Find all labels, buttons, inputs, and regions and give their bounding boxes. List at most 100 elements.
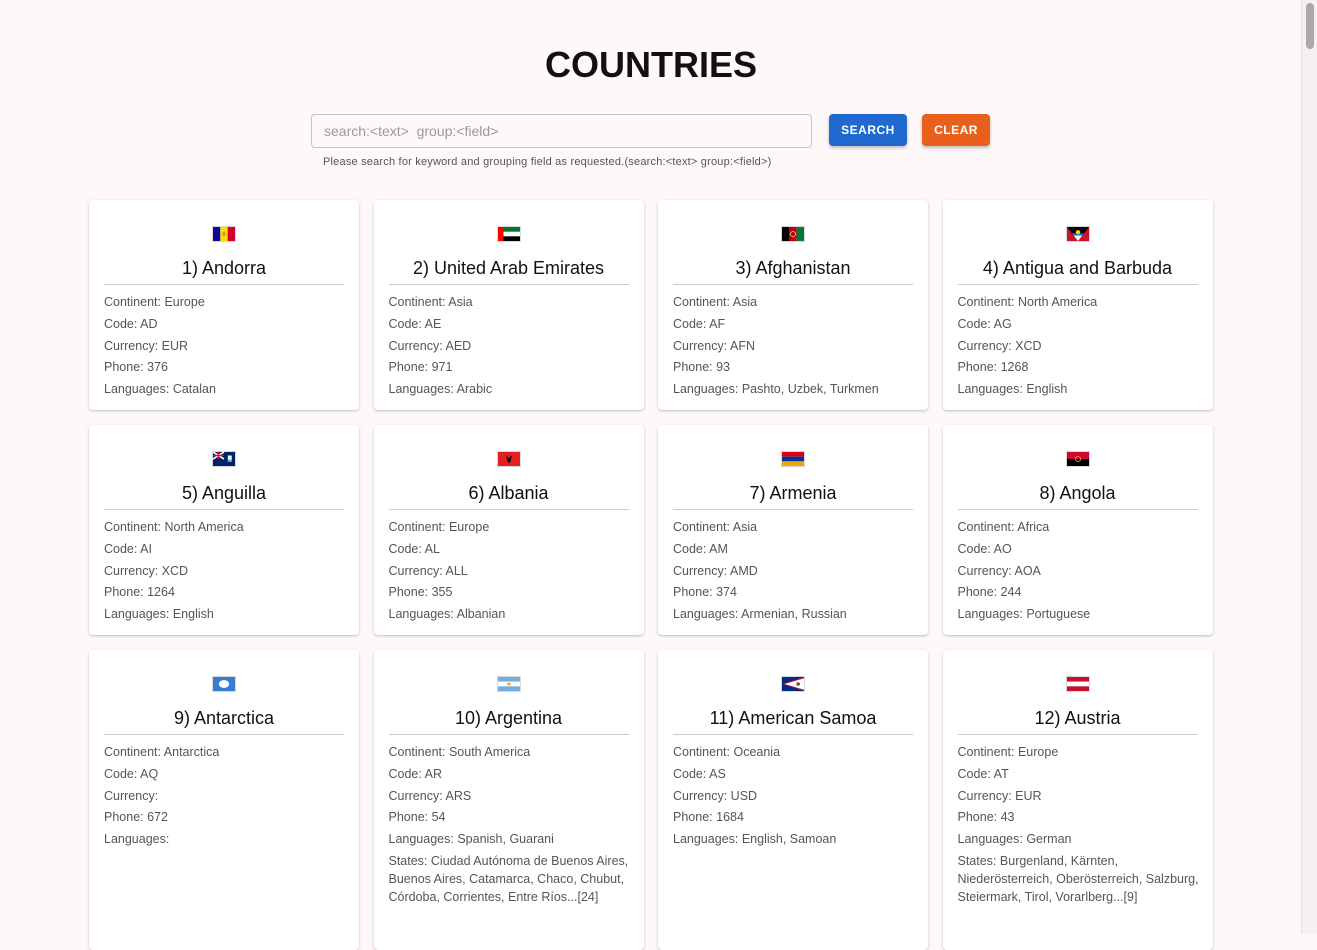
- detail-currency-label: Currency:: [957, 338, 1012, 353]
- detail-code: Code: AR: [389, 765, 632, 783]
- detail-phone: Phone: 1264: [104, 583, 347, 601]
- detail-phone-label: Phone:: [673, 810, 713, 825]
- detail-continent-value: Africa: [1017, 520, 1050, 534]
- detail-states: States: Burgenland, Kärnten, Niederöster…: [958, 852, 1201, 906]
- detail-code-value: AR: [424, 766, 443, 781]
- country-card: 12) Austria Continent: Europe Code: AT Curr…: [942, 650, 1213, 950]
- detail-continent-value: Asia: [448, 295, 473, 309]
- search-field[interactable]: [311, 114, 812, 148]
- country-title: 10) Argentina: [388, 708, 629, 735]
- detail-continent-label: Continent:: [673, 520, 730, 534]
- detail-code-value: AD: [140, 316, 158, 331]
- detail-continent: Continent: Africa: [958, 518, 1201, 536]
- country-card: 10) Argentina Continent: South America Cod…: [373, 650, 644, 950]
- detail-code-label: Code:: [388, 316, 422, 331]
- detail-currency: Currency: ALL: [389, 562, 632, 580]
- detail-phone-value: 1264: [147, 585, 175, 600]
- detail-currency-value: AOA: [1014, 563, 1041, 578]
- detail-phone-label: Phone:: [957, 810, 998, 825]
- detail-languages-value: Arabic: [456, 382, 493, 397]
- detail-currency-label: Currency:: [104, 338, 159, 353]
- detail-languages-value: Portuguese: [1026, 607, 1091, 622]
- detail-continent: Continent: South America: [389, 743, 632, 761]
- detail-languages-value: Albanian: [456, 607, 506, 622]
- country-title: 2) United Arab Emirates: [388, 258, 629, 285]
- detail-languages-label: Languages:: [104, 832, 170, 847]
- country-title: 3) Afghanistan: [673, 258, 913, 285]
- detail-code-value: AQ: [140, 766, 159, 781]
- detail-code-value: AM: [709, 541, 728, 556]
- vertical-scrollbar[interactable]: [1301, 0, 1317, 934]
- detail-continent-label: Continent:: [957, 295, 1015, 309]
- detail-code: Code: AL: [389, 540, 632, 558]
- detail-continent-value: Europe: [1017, 745, 1059, 759]
- detail-currency-label: Currency:: [673, 563, 728, 578]
- detail-phone-value: 355: [431, 585, 453, 600]
- detail-phone-value: 376: [147, 360, 168, 375]
- detail-code: Code: AF: [673, 315, 916, 333]
- country-details: Continent: North America Code: AI Currency…: [104, 518, 347, 627]
- american-samoa-flag-icon: [781, 676, 805, 692]
- detail-languages-label: Languages:: [957, 832, 1023, 847]
- detail-currency-value: USD: [730, 788, 758, 803]
- detail-phone-value: 672: [147, 810, 168, 825]
- albania-flag-icon: [496, 451, 521, 467]
- detail-currency-label: Currency:: [104, 563, 159, 578]
- country-title: 4) Antigua and Barbuda: [957, 258, 1198, 285]
- detail-code: Code: AG: [958, 315, 1201, 333]
- detail-phone: Phone: 376: [104, 358, 347, 376]
- detail-languages: Languages: Arabic: [389, 380, 632, 398]
- detail-continent-value: North America: [164, 520, 244, 534]
- detail-currency: Currency: USD: [673, 787, 916, 805]
- detail-continent-label: Continent:: [104, 745, 161, 759]
- country-details: Continent: Asia Code: AE Currency: AED Phon…: [389, 293, 632, 402]
- uae-flag-icon: [496, 226, 521, 242]
- detail-states-label: States:: [388, 853, 428, 868]
- detail-currency-label: Currency:: [957, 563, 1012, 578]
- detail-languages: Languages: Portuguese: [958, 605, 1201, 623]
- country-card: 9) Antarctica Continent: Antarctica Code: …: [89, 650, 359, 950]
- country-card: 4) Antigua and Barbuda Continent: North A…: [942, 200, 1213, 410]
- afghanistan-flag-icon: [781, 226, 805, 242]
- detail-phone-value: 54: [431, 810, 446, 825]
- detail-phone: Phone: 374: [673, 583, 916, 601]
- detail-currency-label: Currency:: [388, 788, 443, 803]
- detail-continent: Continent: Antarctica: [104, 743, 347, 761]
- country-details: Continent: Africa Code: AO Currency: AOA Ph…: [958, 518, 1201, 627]
- detail-languages-value: Pashto, Uzbek, Turkmen: [741, 382, 879, 397]
- detail-code-value: AT: [993, 766, 1009, 781]
- detail-code-label: Code:: [957, 316, 991, 331]
- page: COUNTRIES SEARCH CLEAR Please search for…: [0, 0, 1302, 950]
- antigua-flag-icon: [1065, 226, 1090, 242]
- detail-currency: Currency: XCD: [104, 562, 347, 580]
- country-details: Continent: Asia Code: AF Currency: AFN Phon…: [673, 293, 916, 402]
- detail-languages-label: Languages:: [957, 382, 1023, 397]
- clear-button[interactable]: CLEAR: [922, 114, 990, 146]
- country-card: 8) Angola Continent: Africa Code: AO Curren…: [942, 425, 1213, 635]
- detail-currency-value: XCD: [161, 563, 189, 578]
- detail-languages-label: Languages:: [388, 832, 454, 847]
- scrollbar-thumb[interactable]: [1306, 3, 1314, 49]
- country-title: 9) Antarctica: [104, 708, 344, 735]
- country-card: 11) American Samoa Continent: Oceania Code…: [658, 650, 928, 950]
- armenia-flag-icon: [781, 451, 805, 467]
- detail-languages-label: Languages:: [388, 382, 454, 397]
- detail-languages: Languages:: [104, 830, 347, 848]
- detail-phone: Phone: 43: [958, 808, 1201, 826]
- detail-code: Code: AQ: [104, 765, 347, 783]
- detail-phone-value: 1268: [1000, 360, 1029, 375]
- country-details: Continent: Europe Code: AD Currency: EUR Ph…: [104, 293, 347, 402]
- detail-continent-label: Continent:: [104, 295, 161, 309]
- detail-continent-label: Continent:: [957, 745, 1015, 759]
- detail-continent-label: Continent:: [388, 520, 446, 534]
- search-button[interactable]: SEARCH: [829, 114, 907, 146]
- country-details: Continent: Oceania Code: AS Currency: USD P…: [673, 743, 916, 852]
- detail-languages: Languages: German: [958, 830, 1201, 848]
- detail-currency: Currency: AOA: [958, 562, 1201, 580]
- country-details: Continent: Antarctica Code: AQ Currency: P…: [104, 743, 347, 852]
- search-input[interactable]: [312, 115, 811, 147]
- detail-currency-label: Currency:: [104, 788, 159, 803]
- detail-phone-label: Phone:: [388, 810, 429, 825]
- antarctica-flag-icon: [212, 676, 236, 692]
- country-details: Continent: Europe Code: AT Currency: EUR Ph…: [958, 743, 1201, 910]
